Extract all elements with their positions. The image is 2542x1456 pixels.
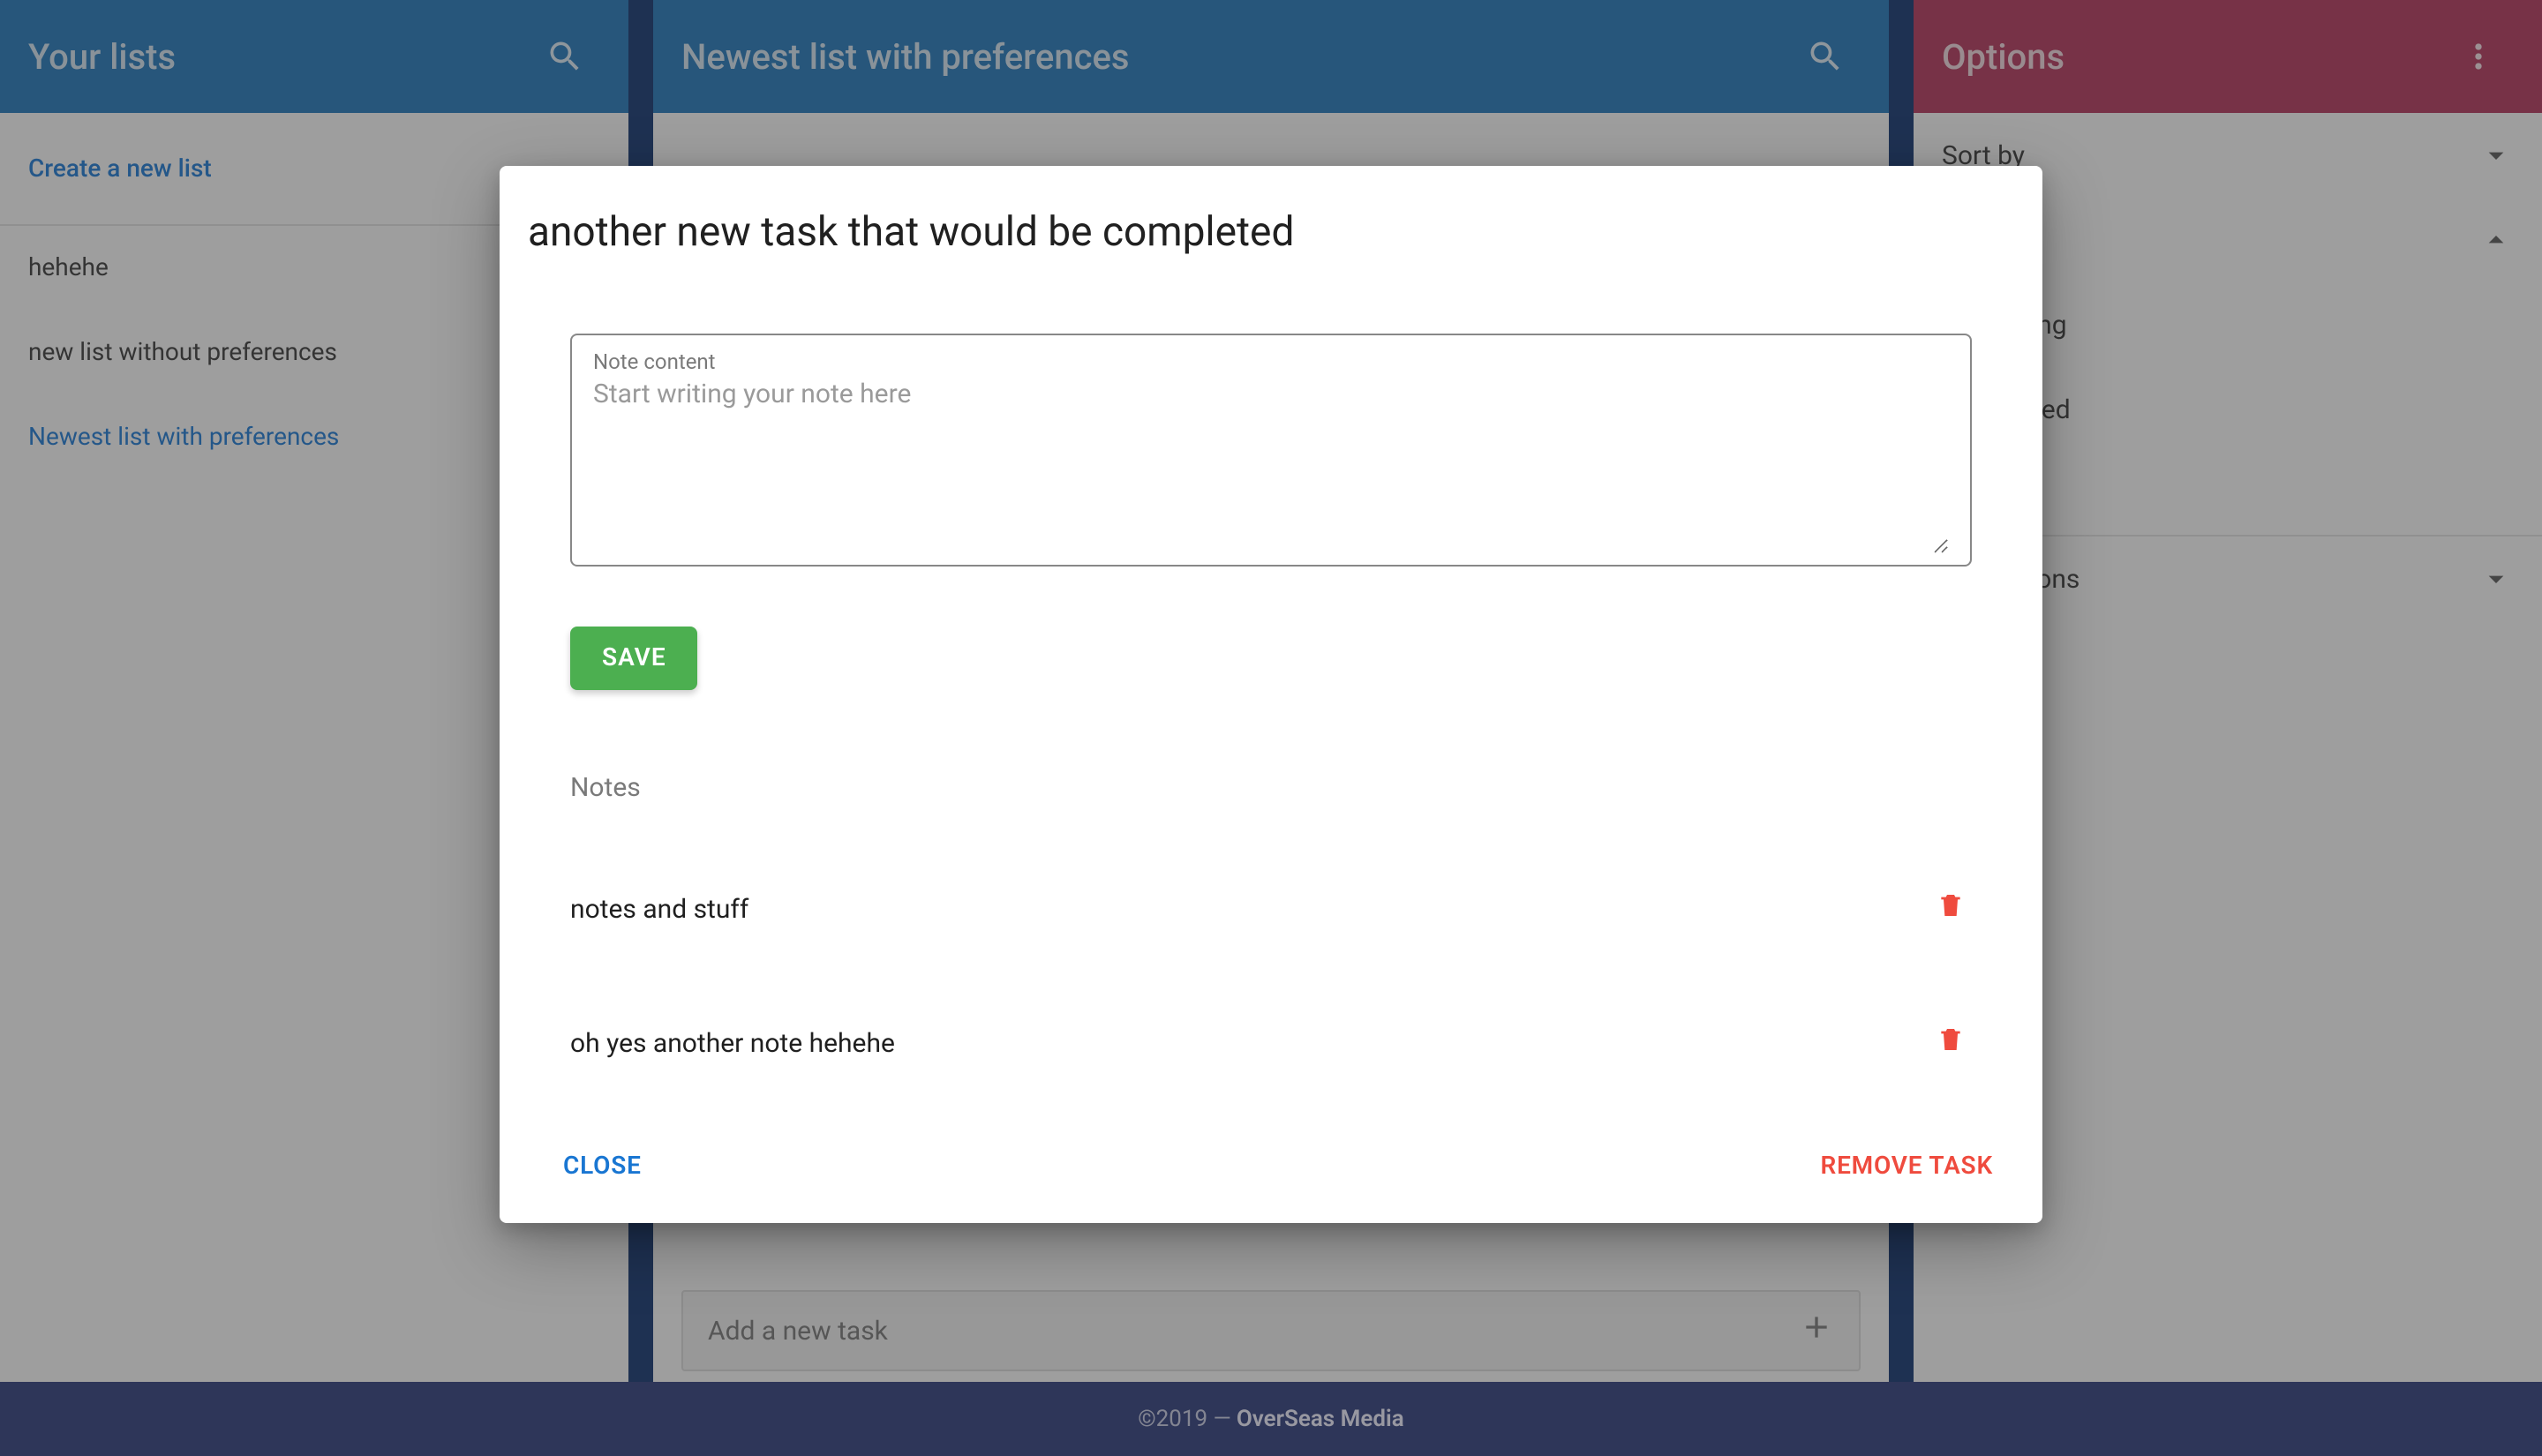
note-content-label: Note content	[593, 349, 1949, 374]
task-detail-dialog: another new task that would be completed…	[500, 166, 2042, 1223]
trash-icon[interactable]	[1929, 888, 1972, 930]
note-item: notes and stuff	[570, 888, 1972, 930]
note-text: notes and stuff	[570, 893, 1929, 925]
modal-scrim[interactable]: another new task that would be completed…	[0, 0, 2542, 1456]
note-text: oh yes another note hehehe	[570, 1027, 1929, 1059]
remove-task-button[interactable]: REMOVE TASK	[1814, 1142, 2001, 1191]
save-button[interactable]: SAVE	[570, 627, 698, 690]
notes-heading: Notes	[570, 771, 1972, 803]
close-button[interactable]: CLOSE	[556, 1142, 649, 1191]
note-content-field[interactable]: Note content	[570, 334, 1972, 567]
dialog-title: another new task that would be completed	[500, 194, 2042, 274]
note-content-input[interactable]	[593, 378, 1949, 554]
trash-icon[interactable]	[1929, 1022, 1972, 1064]
note-item: oh yes another note hehehe	[570, 1022, 1972, 1064]
